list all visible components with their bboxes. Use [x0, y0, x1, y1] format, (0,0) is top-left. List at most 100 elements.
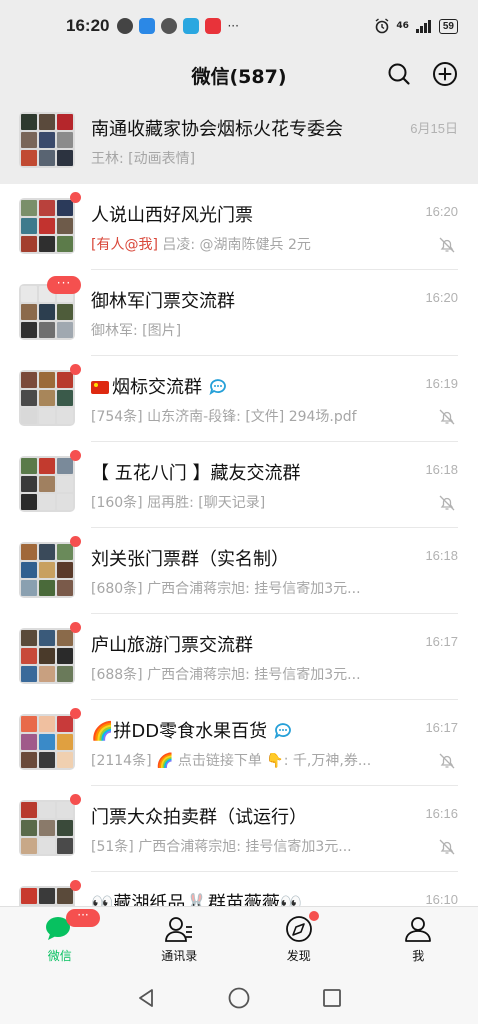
back-icon[interactable]	[135, 987, 157, 1009]
chat-preview: [51条] 广西合浦蒋宗旭: 挂号信寄加3元...	[91, 839, 352, 855]
news-notify-icon	[183, 18, 200, 34]
chat-list: 南通收藏家协会烟标火花专委会 6月15日 王林: [动画表情] 人说山西好风光门…	[0, 98, 478, 906]
contacts-icon	[165, 917, 193, 942]
wechat-notify-icon	[117, 18, 134, 34]
unread-dot	[70, 794, 81, 805]
status-right: 46 59	[374, 18, 458, 34]
china-flag-icon	[91, 381, 109, 394]
unread-badge: ···	[47, 276, 81, 294]
group-chat-icon	[274, 723, 291, 740]
chat-item[interactable]: 【 五花八门 】藏友交流群 16:18 [160条] 屈再胜: [聊天记录]	[0, 442, 478, 528]
chat-name-text: 烟标交流群	[112, 377, 202, 398]
chat-preview-text: 吕凌: @湖南陈健兵 2元	[157, 237, 311, 253]
chat-time: 16:18	[425, 462, 458, 477]
chat-time: 16:20	[425, 290, 458, 305]
group-avatar	[19, 112, 75, 168]
chat-time: 16:19	[425, 376, 458, 391]
chat-item[interactable]: 庐山旅游门票交流群 16:17 [688条] 广西合浦蒋宗旭: 挂号信寄加3元.…	[0, 614, 478, 700]
chat-time: 16:18	[425, 548, 458, 563]
tab-chats[interactable]: ··· 微信	[0, 907, 120, 972]
chat-preview: [754条] 山东济南-段锋: [文件] 294场.pdf	[91, 409, 357, 425]
app-notify-icon	[139, 18, 156, 34]
unread-dot	[70, 536, 81, 547]
chat-preview: 王林: [动画表情]	[91, 151, 196, 167]
group-avatar: ···	[19, 276, 81, 340]
tab-discover[interactable]: 发现	[239, 907, 359, 972]
group-avatar	[19, 622, 81, 684]
more-notify-dots: ···	[227, 19, 239, 33]
unread-dot	[70, 880, 81, 891]
chat-item[interactable]: 南通收藏家协会烟标火花专委会 6月15日 王林: [动画表情]	[0, 98, 478, 184]
chat-item[interactable]: 刘关张门票群（实名制） 16:18 [680条] 广西合浦蒋宗旭: 挂号信寄加3…	[0, 528, 478, 614]
chat-name: 【 五花八门 】藏友交流群	[91, 463, 301, 484]
tab-label: 发现	[286, 949, 311, 963]
group-chat-icon	[209, 379, 226, 396]
mute-bell-icon	[439, 237, 455, 253]
chat-time: 16:20	[425, 204, 458, 219]
chat-time: 16:16	[425, 806, 458, 821]
tab-label: 我	[412, 949, 425, 963]
tab-me[interactable]: 我	[359, 907, 478, 972]
chat-preview: [160条] 屈再胜: [聊天记录]	[91, 495, 266, 511]
group-avatar	[19, 794, 81, 856]
unread-dot	[70, 622, 81, 633]
chat-name: 御林军门票交流群	[91, 291, 235, 312]
chat-preview: [688条] 广西合浦蒋宗旭: 挂号信寄加3元...	[91, 667, 361, 683]
chat-item[interactable]: 👀藏湖纸品🐰群苗薇薇👀 16:10	[0, 872, 478, 906]
mute-bell-icon	[439, 409, 455, 425]
chat-time: 6月15日	[410, 121, 458, 136]
page-title: 微信(587)	[191, 65, 287, 88]
tab-unread-dot	[309, 911, 319, 921]
chat-name: 👀藏湖纸品🐰群苗薇薇👀	[91, 893, 303, 906]
chat-item[interactable]: 烟标交流群 16:19 [754条] 山东济南-段锋: [文件] 294场.pd…	[0, 356, 478, 442]
add-circle-icon[interactable]	[432, 61, 458, 87]
chat-item[interactable]: 门票大众拍卖群（试运行） 16:16 [51条] 广西合浦蒋宗旭: 挂号信寄加3…	[0, 786, 478, 872]
status-app-icons: ···	[117, 18, 239, 34]
message-notify-icon	[161, 18, 178, 34]
mute-bell-icon	[439, 753, 455, 769]
chat-time: 16:17	[425, 634, 458, 649]
shop-notify-icon	[205, 18, 222, 34]
chat-preview: 御林军: [图片]	[91, 323, 182, 339]
search-icon[interactable]	[386, 61, 412, 87]
chat-name: 刘关张门票群（实名制）	[91, 549, 289, 570]
group-avatar	[19, 192, 81, 254]
tab-label: 微信	[47, 949, 72, 963]
tab-label: 通讯录	[161, 949, 198, 963]
chat-item[interactable]: 🌈拼DD零食水果百货 16:17 [2114条] 🌈 点击链接下单 👇: 千,万…	[0, 700, 478, 786]
chat-time: 16:10	[425, 892, 458, 906]
person-icon	[405, 917, 432, 942]
bottom-tab-bar: ··· 微信 通讯录 发现 我	[0, 906, 478, 972]
alarm-icon	[375, 18, 389, 34]
tab-contacts[interactable]: 通讯录	[120, 907, 240, 972]
chat-name: 🌈拼DD零食水果百货	[91, 717, 380, 743]
mute-bell-icon	[439, 839, 455, 855]
group-avatar	[19, 536, 81, 598]
battery-icon: 59	[438, 18, 458, 34]
chat-item[interactable]: 人说山西好风光门票 16:20 [有人@我] 吕凌: @湖南陈健兵 2元	[0, 184, 478, 270]
status-time: 16:20	[66, 16, 110, 35]
unread-dot	[70, 450, 81, 461]
chat-name: 门票大众拍卖群（试运行）	[91, 807, 307, 828]
chat-name: 烟标交流群	[91, 373, 380, 399]
app-header: 微信(587)	[0, 52, 478, 98]
chat-item[interactable]: ··· 御林军门票交流群 16:20 御林军: [图片]	[0, 270, 478, 356]
chat-preview: [680条] 广西合浦蒋宗旭: 挂号信寄加3元...	[91, 581, 361, 597]
signal-icon	[415, 20, 431, 33]
recents-icon[interactable]	[321, 987, 343, 1009]
group-avatar	[19, 708, 81, 770]
home-icon[interactable]	[227, 986, 251, 1010]
unread-dot	[70, 708, 81, 719]
mute-bell-icon	[439, 495, 455, 511]
status-bar: 16:20 ··· 46 59	[0, 0, 478, 52]
chat-name: 人说山西好风光门票	[91, 205, 253, 226]
unread-dot	[70, 192, 81, 203]
chat-name: 庐山旅游门票交流群	[91, 635, 253, 656]
group-avatar	[19, 450, 81, 512]
chat-name-text: 🌈拼DD零食水果百货	[91, 721, 268, 742]
mention-tag: [有人@我]	[91, 237, 158, 253]
network-type: 46	[396, 21, 409, 31]
chat-time: 16:17	[425, 720, 458, 735]
chat-name: 南通收藏家协会烟标火花专委会	[91, 119, 343, 140]
tab-unread-badge: ···	[66, 909, 100, 927]
